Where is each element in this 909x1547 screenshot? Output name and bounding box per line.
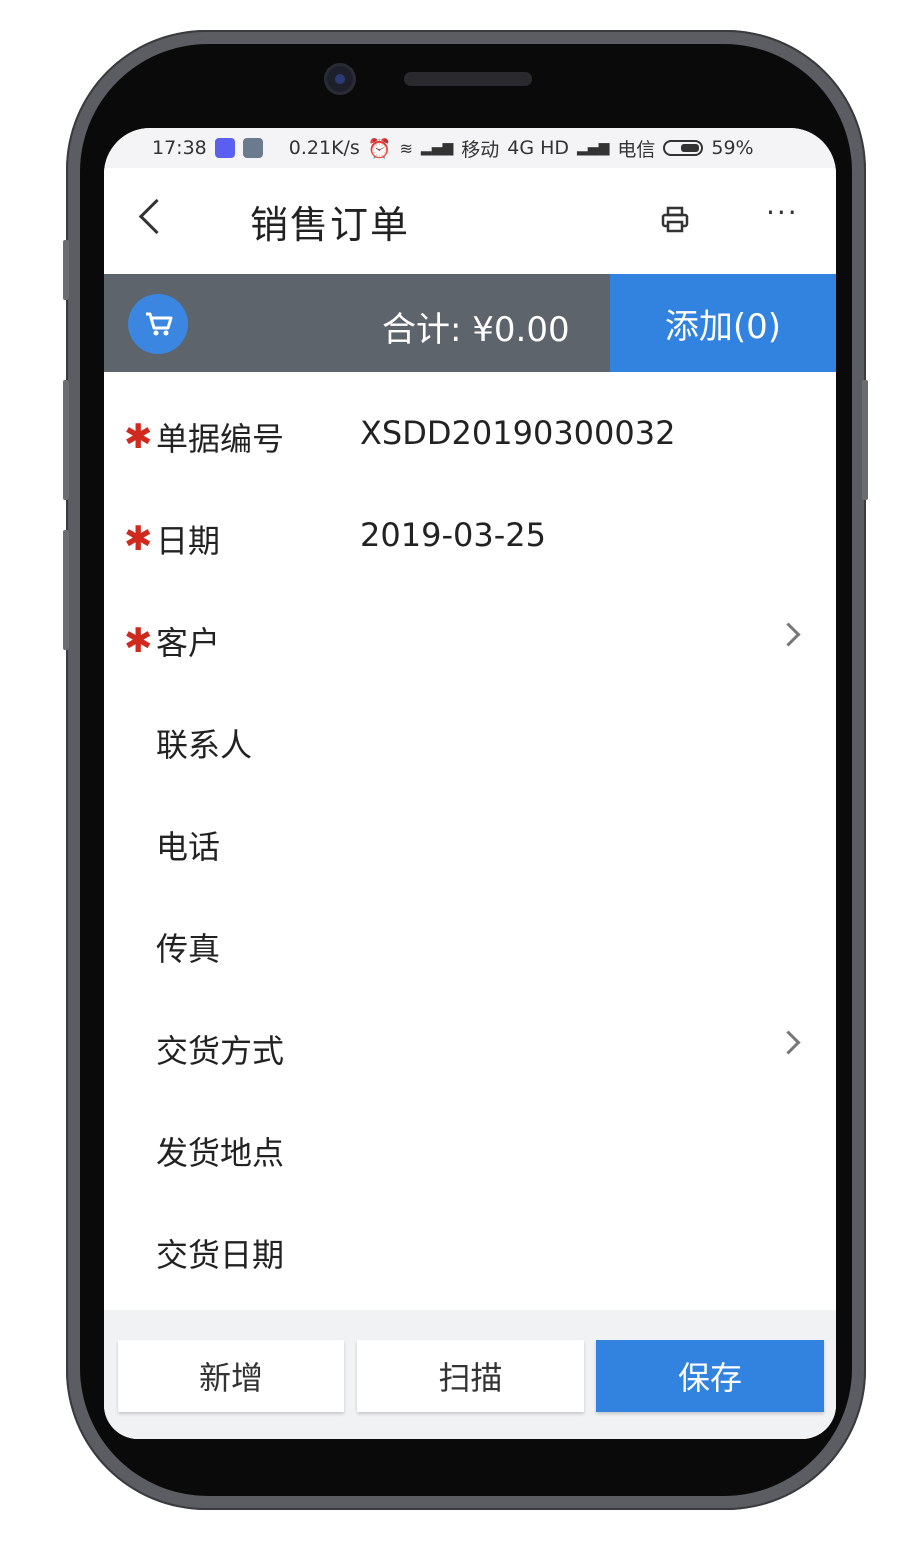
field-value: 2019-03-25	[360, 516, 546, 554]
required-mark: ✱	[124, 519, 153, 559]
print-icon[interactable]	[660, 206, 690, 234]
front-camera	[327, 66, 353, 92]
alarm-icon: ⏰	[367, 137, 392, 160]
status-battery: 59%	[711, 137, 754, 159]
form-row-delivery-date[interactable]: 交货日期	[104, 1200, 836, 1302]
required-mark: ✱	[124, 417, 153, 457]
field-label: 电话	[156, 828, 221, 866]
phone-side-button-left-1	[63, 240, 69, 300]
more-icon[interactable]: ···	[766, 196, 799, 229]
save-button[interactable]: 保存	[596, 1340, 824, 1412]
scan-button[interactable]: 扫描	[357, 1340, 584, 1412]
required-mark: ✱	[124, 621, 153, 661]
field-label: 客户	[156, 624, 221, 662]
phone-side-button-left-3	[63, 530, 69, 650]
status-carrier-1: 移动	[461, 138, 500, 161]
phone-screen: 17:38 0.21K/s ⏰ ≋ ▂▄▆ 移动 4G HD ▂▄▆ 电信 59…	[104, 128, 836, 1439]
page-title: 销售订单	[250, 203, 411, 247]
signal-icon-2: ▂▄▆	[577, 140, 610, 156]
battery-icon	[663, 140, 704, 156]
bottom-action-bar: 新增 扫描 保存	[104, 1310, 836, 1439]
back-icon[interactable]	[138, 198, 175, 235]
field-label: 联系人	[156, 726, 253, 764]
field-label: 交货日期	[156, 1236, 285, 1274]
app-notification-icon-2	[242, 138, 263, 158]
summary-bar: 合计: ¥0.00 添加(0)	[104, 274, 836, 372]
chevron-right-icon	[776, 1030, 801, 1055]
field-label: 交货方式	[156, 1032, 285, 1070]
form-row-ship-location[interactable]: 发货地点	[104, 1098, 836, 1200]
app-notification-icon	[214, 138, 235, 158]
signal-icon: ▂▄▆	[420, 140, 454, 156]
phone-side-button-right	[862, 380, 868, 500]
form-row-delivery-method[interactable]: 交货方式	[104, 996, 836, 1098]
field-value: XSDD20190300032	[360, 414, 676, 452]
form-row-contact[interactable]: 联系人	[104, 690, 836, 792]
chevron-right-icon	[776, 622, 801, 647]
field-label: 发货地点	[156, 1134, 285, 1172]
form-row-date[interactable]: ✱ 日期 2019-03-25	[104, 486, 836, 588]
field-label: 传真	[156, 930, 221, 968]
form-row-phone[interactable]: 电话	[104, 792, 836, 894]
status-speed: 0.21K/s	[288, 137, 360, 159]
form-row-doc-number[interactable]: ✱ 单据编号 XSDD20190300032	[104, 384, 836, 486]
form-row-fax[interactable]: 传真	[104, 894, 836, 996]
earpiece-speaker	[404, 72, 532, 86]
status-time: 17:38	[152, 137, 207, 159]
nav-bar: 销售订单 ···	[104, 168, 836, 274]
wifi-icon: ≋	[399, 138, 413, 158]
status-bar: 17:38 0.21K/s ⏰ ≋ ▂▄▆ 移动 4G HD ▂▄▆ 电信 59…	[104, 128, 836, 168]
cart-icon[interactable]	[128, 294, 188, 354]
total-amount: 合计: ¥0.00	[382, 310, 570, 350]
form-row-customer[interactable]: ✱ 客户	[104, 588, 836, 690]
field-label: 单据编号	[156, 420, 285, 458]
field-label: 日期	[156, 522, 221, 560]
status-carrier-2: 电信	[617, 138, 656, 161]
phone-side-button-left-2	[63, 380, 69, 500]
new-button[interactable]: 新增	[118, 1340, 344, 1412]
add-item-button[interactable]: 添加(0)	[610, 274, 836, 372]
status-network: 4G HD	[507, 137, 570, 159]
